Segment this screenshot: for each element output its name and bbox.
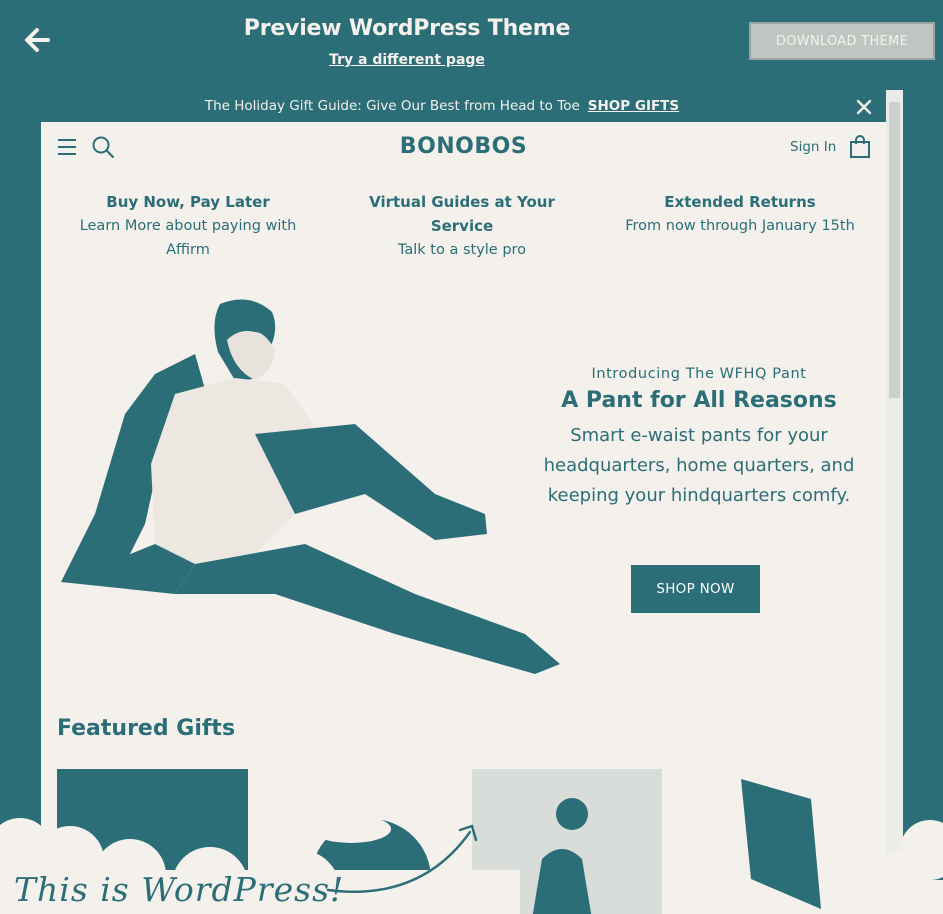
usp-text: Learn More about paying with Affirm xyxy=(79,218,297,258)
usp-style-guides[interactable]: Virtual Guides at Your Service Talk to a… xyxy=(337,190,587,262)
usp-affirm[interactable]: Buy Now, Pay Later Learn More about payi… xyxy=(63,190,313,262)
announcement-bar: The Holiday Gift Guide: Give Our Best fr… xyxy=(0,94,884,118)
close-icon[interactable] xyxy=(855,98,873,116)
hero-body: Smart e-waist pants for your headquarter… xyxy=(543,425,855,506)
usp-heading: Buy Now, Pay Later xyxy=(106,193,270,211)
hero-title: A Pant for All Reasons xyxy=(561,388,837,413)
usp-returns[interactable]: Extended Returns From now through Januar… xyxy=(615,190,865,238)
sign-in-link[interactable]: Sign In xyxy=(790,139,836,155)
usp-text: From now through January 15th xyxy=(625,218,855,234)
usp-heading: Extended Returns xyxy=(664,193,816,211)
hero-image xyxy=(61,299,560,674)
preview-title: Preview WordPress Theme xyxy=(243,16,571,41)
try-different-page-link[interactable]: Try a different page xyxy=(0,52,814,68)
download-theme-button[interactable]: DOWNLOAD THEME xyxy=(749,22,935,60)
curved-arrow-icon xyxy=(326,824,478,893)
featured-gifts-heading: Featured Gifts xyxy=(57,716,236,741)
site-logo[interactable]: BONOBOS xyxy=(41,134,886,159)
overlay-caption: This is WordPress! xyxy=(14,870,345,909)
usp-text: Talk to a style pro xyxy=(397,242,527,258)
shop-gifts-link[interactable]: SHOP GIFTS xyxy=(588,98,679,114)
announcement-text: The Holiday Gift Guide: Give Our Best fr… xyxy=(204,98,580,114)
hero-eyebrow: Introducing The WFHQ Pant xyxy=(591,366,807,382)
scrollbar-thumb[interactable] xyxy=(889,102,900,398)
hero-copy: Introducing The WFHQ Pant A Pant for All… xyxy=(539,366,859,511)
shopping-bag-icon[interactable] xyxy=(849,135,871,159)
usp-heading: Virtual Guides at Your Service xyxy=(369,193,555,235)
shop-now-button[interactable]: SHOP NOW xyxy=(631,565,760,613)
